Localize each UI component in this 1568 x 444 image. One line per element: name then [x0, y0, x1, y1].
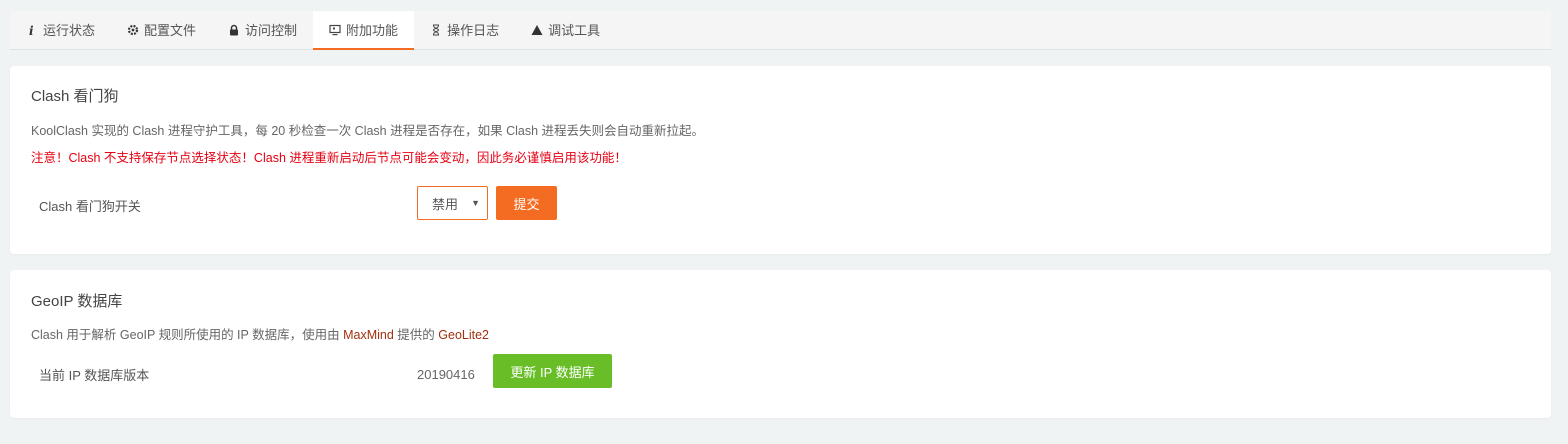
tab-logs[interactable]: 操作日志 [414, 11, 515, 50]
tab-bar: i 运行状态 配置文件 访问控制 附加功能 操作日志 调试工具 [10, 11, 1551, 50]
tab-debug[interactable]: 调试工具 [515, 11, 616, 50]
gear-icon [127, 24, 139, 36]
desc-text: Clash 用于解析 GeoIP 规则所使用的 IP 数据库，使用由 [31, 328, 344, 342]
watchdog-title: Clash 看门狗 [31, 88, 119, 105]
ip-db-version-label: 当前 IP 数据库版本 [39, 368, 150, 383]
tab-label: 访问控制 [245, 23, 298, 38]
watchdog-card: Clash 看门狗 KoolClash 实现的 Clash 进程守护工具，每 2… [10, 66, 1551, 254]
tab-label: 运行状态 [43, 23, 96, 38]
ip-db-version-value: 20190416 [417, 367, 475, 382]
svg-text:i: i [29, 24, 34, 36]
tab-access[interactable]: 访问控制 [212, 11, 313, 50]
tab-label: 调试工具 [548, 23, 601, 38]
watchdog-select[interactable]: 禁用 ▼ [417, 186, 488, 220]
desc-text: 提供的 [393, 328, 439, 342]
warning-icon [531, 24, 543, 36]
dropdown-arrow-icon: ▼ [471, 198, 480, 208]
geolite2-link[interactable]: GeoLite2 [438, 328, 489, 342]
tab-label: 附加功能 [346, 23, 399, 38]
geoip-card: GeoIP 数据库 Clash 用于解析 GeoIP 规则所使用的 IP 数据库… [10, 270, 1551, 418]
tab-config[interactable]: 配置文件 [111, 11, 212, 50]
geoip-description: Clash 用于解析 GeoIP 规则所使用的 IP 数据库，使用由 MaxMi… [31, 324, 489, 343]
select-value: 禁用 [432, 196, 459, 212]
tab-status[interactable]: i 运行状态 [10, 11, 111, 50]
hourglass-icon [430, 24, 442, 36]
geoip-title: GeoIP 数据库 [31, 293, 123, 310]
submit-button[interactable]: 提交 [496, 186, 557, 220]
update-ip-db-button[interactable]: 更新 IP 数据库 [493, 354, 612, 388]
watchdog-switch-label: Clash 看门狗开关 [39, 199, 141, 214]
watchdog-warning: 注意！Clash 不支持保存节点选择状态！Clash 进程重新启动后节点可能会变… [31, 151, 627, 165]
tab-addons[interactable]: 附加功能 [313, 11, 415, 50]
info-icon: i [26, 24, 38, 36]
maxmind-link[interactable]: MaxMind [343, 328, 394, 342]
lock-icon [228, 24, 240, 36]
monitor-icon [329, 24, 341, 36]
tab-label: 操作日志 [447, 23, 500, 38]
tab-label: 配置文件 [144, 23, 197, 38]
watchdog-description: KoolClash 实现的 Clash 进程守护工具，每 20 秒检查一次 Cl… [31, 124, 705, 138]
